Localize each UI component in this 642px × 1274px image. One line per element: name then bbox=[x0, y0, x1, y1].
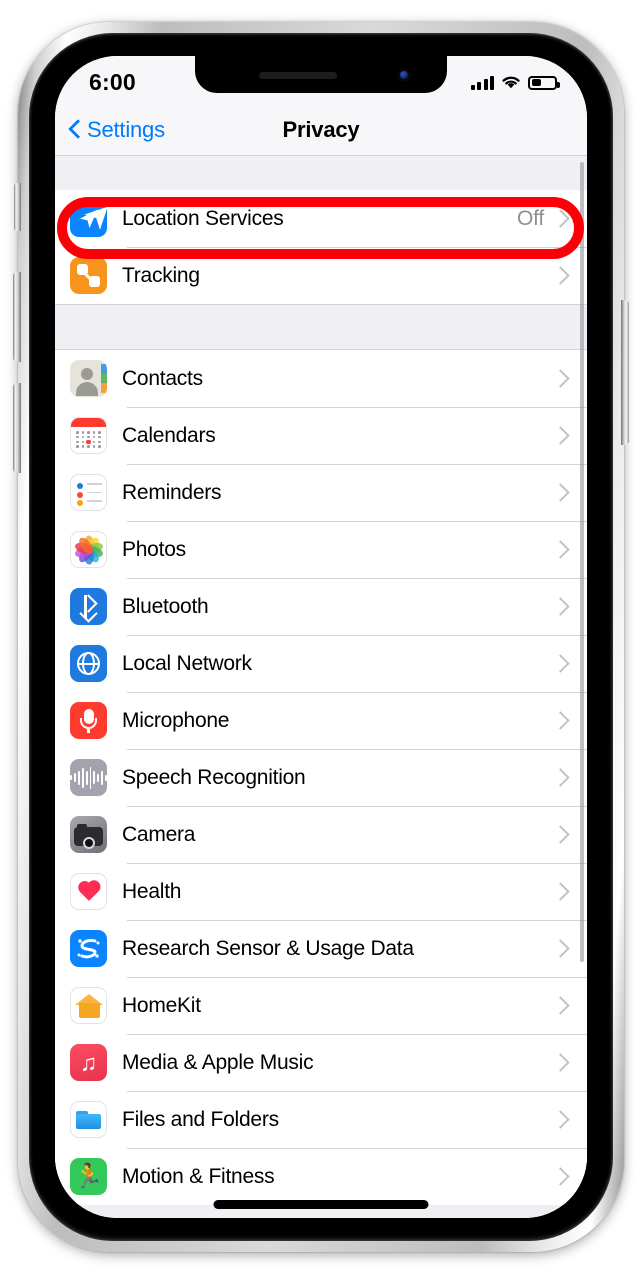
calendar-icon bbox=[70, 417, 107, 454]
settings-row[interactable]: Microphone bbox=[55, 692, 587, 749]
cellular-bars-icon bbox=[470, 75, 494, 90]
back-button-label: Settings bbox=[87, 116, 165, 142]
running-person-icon: 🏃 bbox=[70, 1158, 107, 1195]
settings-row-label: Bluetooth bbox=[122, 594, 209, 618]
settings-row-label: Files and Folders bbox=[122, 1107, 279, 1131]
section-spacer-middle bbox=[55, 304, 587, 350]
settings-row-label: Speech Recognition bbox=[122, 765, 306, 789]
volume-down-button[interactable] bbox=[13, 383, 21, 473]
settings-row[interactable]: Contacts bbox=[55, 350, 587, 407]
settings-row[interactable]: Camera bbox=[55, 806, 587, 863]
settings-row[interactable]: HomeKit bbox=[55, 977, 587, 1034]
chevron-right-icon bbox=[551, 654, 570, 673]
earpiece-speaker-icon bbox=[259, 72, 337, 79]
settings-row-label: Research Sensor & Usage Data bbox=[122, 936, 414, 960]
settings-row[interactable]: Health bbox=[55, 863, 587, 920]
settings-row[interactable]: 🏃 Motion & Fitness bbox=[55, 1148, 587, 1205]
screenshot-stage: 6:00 Settings Privacy Location Services … bbox=[0, 0, 642, 1274]
house-icon bbox=[70, 987, 107, 1024]
section-spacer-top bbox=[55, 156, 587, 190]
notch bbox=[195, 56, 447, 93]
chevron-right-icon bbox=[551, 209, 570, 228]
chevron-right-icon bbox=[551, 1110, 570, 1129]
chevron-right-icon bbox=[551, 426, 570, 445]
bluetooth-icon bbox=[70, 588, 107, 625]
chevron-right-icon bbox=[551, 369, 570, 388]
chevron-right-icon bbox=[551, 939, 570, 958]
settings-row-label: Location Services bbox=[122, 206, 284, 230]
chevron-right-icon bbox=[551, 996, 570, 1015]
settings-row-label: Media & Apple Music bbox=[122, 1050, 314, 1074]
status-bar-indicators bbox=[470, 75, 560, 90]
settings-row-label: HomeKit bbox=[122, 993, 201, 1017]
chevron-right-icon bbox=[551, 483, 570, 502]
settings-row[interactable]: Files and Folders bbox=[55, 1091, 587, 1148]
settings-row-label: Camera bbox=[122, 822, 196, 846]
settings-row[interactable]: Local Network bbox=[55, 635, 587, 692]
reminders-icon bbox=[70, 474, 107, 511]
settings-row[interactable]: Location Services Off bbox=[55, 190, 587, 247]
globe-icon bbox=[70, 645, 107, 682]
back-button[interactable]: Settings bbox=[55, 117, 165, 143]
chevron-right-icon bbox=[551, 540, 570, 559]
settings-group-primary: Location Services Off Tracking bbox=[55, 190, 587, 304]
heart-icon bbox=[70, 873, 107, 910]
phone-screen: 6:00 Settings Privacy Location Services … bbox=[55, 56, 587, 1218]
wifi-icon bbox=[501, 75, 521, 90]
settings-row[interactable]: ♫ Media & Apple Music bbox=[55, 1034, 587, 1091]
status-bar-time: 6:00 bbox=[89, 68, 136, 95]
front-camera-icon bbox=[397, 68, 411, 82]
chevron-right-icon bbox=[551, 768, 570, 787]
folder-icon bbox=[70, 1101, 107, 1138]
settings-row[interactable]: Photos bbox=[55, 521, 587, 578]
settings-row[interactable]: Bluetooth bbox=[55, 578, 587, 635]
chevron-left-icon bbox=[69, 119, 81, 140]
contacts-icon bbox=[70, 360, 107, 397]
settings-row-label: Contacts bbox=[122, 366, 203, 390]
camera-icon bbox=[70, 816, 107, 853]
microphone-icon bbox=[70, 702, 107, 739]
settings-row-label: Calendars bbox=[122, 423, 216, 447]
tracking-nodes-icon bbox=[70, 257, 107, 294]
chevron-right-icon bbox=[551, 266, 570, 285]
photos-icon bbox=[70, 531, 107, 568]
settings-group-app-permissions: Contacts Calendars Reminders Photos Bluetoot… bbox=[55, 350, 587, 1205]
settings-row-label: Reminders bbox=[122, 480, 222, 504]
chevron-right-icon bbox=[551, 1167, 570, 1186]
chevron-right-icon bbox=[551, 825, 570, 844]
silent-switch-button[interactable] bbox=[14, 183, 21, 231]
home-indicator-bar[interactable] bbox=[213, 1200, 429, 1209]
chevron-right-icon bbox=[551, 711, 570, 730]
waveform-icon bbox=[70, 759, 107, 796]
settings-row-value: Off bbox=[516, 206, 544, 230]
settings-row-label: Microphone bbox=[122, 708, 230, 732]
music-note-icon: ♫ bbox=[70, 1044, 107, 1081]
chevron-right-icon bbox=[551, 597, 570, 616]
settings-row[interactable]: Reminders bbox=[55, 464, 587, 521]
settings-row-label: Motion & Fitness bbox=[122, 1164, 275, 1188]
chevron-right-icon bbox=[551, 882, 570, 901]
chevron-right-icon bbox=[551, 1053, 570, 1072]
navigation-bar: Settings Privacy bbox=[55, 104, 587, 156]
vertical-scrollbar[interactable] bbox=[580, 162, 584, 962]
battery-icon bbox=[528, 75, 560, 90]
settings-row-label: Photos bbox=[122, 537, 186, 561]
settings-row-label: Tracking bbox=[122, 263, 200, 287]
settings-row[interactable]: Research Sensor & Usage Data bbox=[55, 920, 587, 977]
location-arrow-icon bbox=[70, 200, 107, 237]
settings-row-label: Local Network bbox=[122, 651, 252, 675]
settings-row[interactable]: Calendars bbox=[55, 407, 587, 464]
settings-row-label: Health bbox=[122, 879, 182, 903]
research-sensor-icon bbox=[70, 930, 107, 967]
volume-up-button[interactable] bbox=[13, 272, 21, 362]
settings-scroll-view[interactable]: Location Services Off Tracking Contacts Cal… bbox=[55, 156, 587, 1218]
settings-row[interactable]: Speech Recognition bbox=[55, 749, 587, 806]
side-power-button[interactable] bbox=[621, 300, 629, 445]
settings-row[interactable]: Tracking bbox=[55, 247, 587, 304]
